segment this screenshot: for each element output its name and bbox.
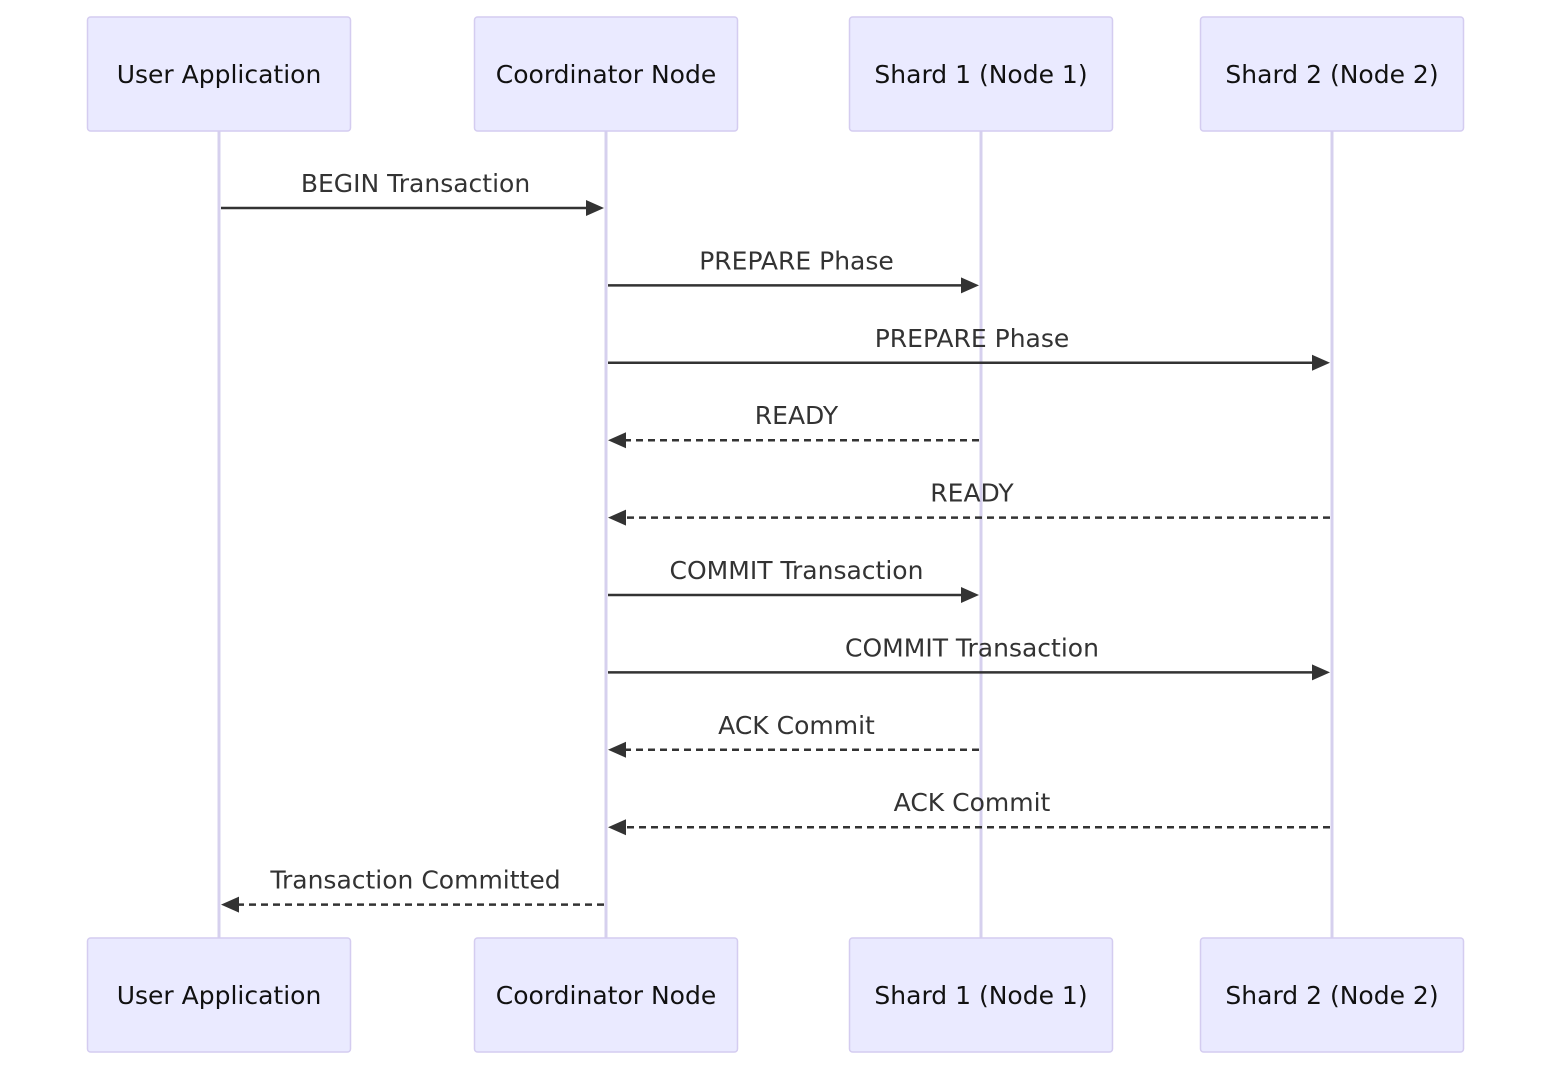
actor-label: Shard 2 (Node 2) — [1225, 981, 1438, 1010]
message-2: PREPARE Phase — [608, 246, 979, 294]
message-label: Transaction Committed — [269, 866, 560, 895]
actor-label: User Application — [117, 981, 322, 1010]
message-10: Transaction Committed — [221, 866, 604, 913]
actor-label: Shard 2 (Node 2) — [1225, 60, 1438, 89]
actor-user-top[interactable]: User Application — [86, 16, 352, 132]
actor-label: Shard 1 (Node 1) — [874, 981, 1087, 1010]
message-label: ACK Commit — [718, 711, 875, 740]
message-3: PREPARE Phase — [608, 324, 1330, 371]
sequence-diagram: User Application Coordinator Node Shard 1 … — [86, 16, 1465, 1053]
message-5: READY — [608, 479, 1330, 526]
arrowhead-icon — [586, 200, 604, 216]
message-6: COMMIT Transaction — [608, 556, 979, 603]
arrowhead-icon — [608, 432, 626, 449]
message-1: BEGIN Transaction — [221, 169, 604, 216]
message-4: READY — [608, 401, 979, 449]
actor-coord-bottom[interactable]: Coordinator Node — [473, 937, 739, 1053]
actor-label: Shard 1 (Node 1) — [874, 60, 1087, 89]
arrowhead-icon — [1312, 354, 1330, 371]
arrowhead-icon — [221, 896, 239, 913]
message-9: ACK Commit — [608, 788, 1330, 836]
arrowhead-icon — [961, 277, 979, 294]
actor-shard2-bottom[interactable]: Shard 2 (Node 2) — [1199, 937, 1465, 1053]
actor-shard1-top[interactable]: Shard 1 (Node 1) — [848, 16, 1114, 132]
actor-user-bottom[interactable]: User Application — [86, 937, 352, 1053]
message-label: PREPARE Phase — [875, 324, 1070, 353]
actor-label: Coordinator Node — [496, 60, 716, 89]
arrowhead-icon — [1312, 664, 1330, 681]
arrowhead-icon — [608, 509, 626, 526]
actor-label: User Application — [117, 60, 322, 89]
message-label: COMMIT Transaction — [670, 556, 924, 585]
message-label: BEGIN Transaction — [301, 169, 530, 198]
message-label: READY — [755, 401, 839, 430]
message-label: READY — [930, 479, 1014, 508]
arrowhead-icon — [961, 587, 979, 603]
message-label: ACK Commit — [894, 788, 1051, 817]
actor-label: Coordinator Node — [496, 981, 716, 1010]
arrowhead-icon — [608, 741, 626, 758]
message-7: COMMIT Transaction — [608, 633, 1330, 681]
actor-shard2-top[interactable]: Shard 2 (Node 2) — [1199, 16, 1465, 132]
message-label: PREPARE Phase — [699, 246, 894, 275]
actor-coord-top[interactable]: Coordinator Node — [473, 16, 739, 132]
actor-shard1-bottom[interactable]: Shard 1 (Node 1) — [848, 937, 1114, 1053]
arrowhead-icon — [608, 819, 626, 836]
message-label: COMMIT Transaction — [845, 633, 1099, 662]
message-8: ACK Commit — [608, 711, 979, 758]
